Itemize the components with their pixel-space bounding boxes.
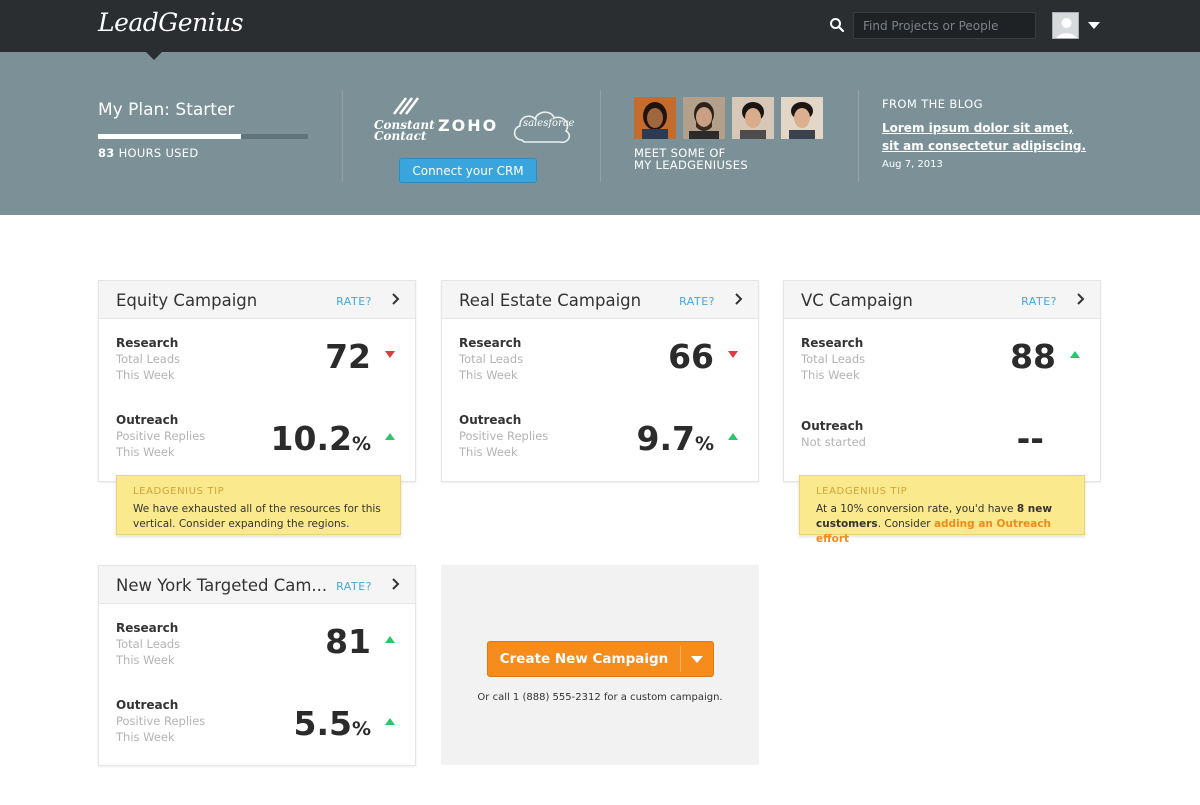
campaign-card-header[interactable]: New York Targeted Cam... RATE? [99, 566, 415, 604]
campaign-title[interactable]: VC Campaign [801, 291, 913, 310]
research-metric: Research Total Leads This Week [116, 336, 181, 382]
create-campaign-split-button: Create New Campaign [487, 641, 714, 677]
tip-heading: LEADGENIUS TIP [816, 486, 908, 497]
chevron-right-icon[interactable] [734, 292, 744, 306]
user-silhouette-icon [1056, 18, 1077, 38]
trend-up-icon [385, 636, 395, 643]
research-value: 88 [1010, 337, 1056, 376]
tip-body: At a 10% conversion rate, you'd have 8 n… [816, 503, 1053, 545]
team-member-photo[interactable] [683, 97, 725, 139]
constant-contact-mark-icon [393, 97, 419, 115]
outreach-metric: Outreach Positive Replies This Week [116, 698, 206, 744]
create-campaign-dropdown-button[interactable] [681, 642, 713, 676]
plan-usage-bar [98, 134, 308, 139]
research-metric: Research Total Leads This Week [116, 621, 181, 667]
team-member-photo[interactable] [732, 97, 774, 139]
header-divider [342, 90, 343, 182]
trend-down-icon [728, 351, 738, 358]
search-icon[interactable] [829, 17, 845, 33]
leadgenius-tip: LEADGENIUS TIP At a 10% conversion rate,… [799, 475, 1085, 545]
constant-contact-logo: Constant Contact [372, 96, 435, 146]
campaign-card: New York Targeted Cam... RATE? Research … [98, 565, 416, 766]
campaign-card: Real Estate Campaign RATE? Research Tota… [441, 280, 759, 482]
research-value: 81 [325, 622, 371, 661]
connect-crm-button[interactable]: Connect your CRM [399, 158, 537, 183]
blog-post-link[interactable]: Lorem ipsum dolor sit amet, sit am conse… [882, 119, 1092, 155]
top-navbar: LeadGenius [0, 0, 1200, 52]
trend-up-icon [385, 433, 395, 440]
rate-link[interactable]: RATE? [336, 295, 372, 308]
user-avatar[interactable] [1052, 12, 1079, 39]
search-input[interactable] [853, 12, 1036, 39]
salesforce-logo: salesforce [510, 104, 574, 148]
trend-up-icon [1070, 351, 1080, 358]
active-nav-pointer [146, 52, 162, 60]
plan-usage-fill [98, 134, 241, 139]
caret-down-icon [691, 656, 703, 663]
campaign-card-header[interactable]: Real Estate Campaign RATE? [442, 281, 758, 319]
header-divider [858, 90, 859, 182]
trend-up-icon [728, 433, 738, 440]
chevron-right-icon[interactable] [1076, 292, 1086, 306]
tip-body: We have exhausted all of the resources f… [133, 503, 381, 530]
caret-down-icon[interactable] [1088, 22, 1100, 29]
leadgenius-tip: LEADGENIUS TIP We have exhausted all of … [116, 475, 401, 535]
header-divider [600, 90, 601, 182]
team-member-photo[interactable] [634, 97, 676, 139]
team-member-photo[interactable] [781, 97, 823, 139]
outreach-value: 10.2% [270, 419, 371, 458]
rate-link[interactable]: RATE? [1021, 295, 1057, 308]
research-value: 72 [325, 337, 371, 376]
chevron-right-icon[interactable] [391, 577, 401, 591]
zoho-logo: ZOHO [438, 116, 499, 135]
campaign-title[interactable]: New York Targeted Cam... [116, 576, 327, 595]
blog-post-date: Aug 7, 2013 [882, 159, 943, 170]
campaign-card-header[interactable]: VC Campaign RATE? [784, 281, 1100, 319]
plan-title: My Plan: Starter [98, 100, 235, 120]
create-new-campaign-button[interactable]: Create New Campaign [488, 642, 680, 676]
campaign-card: Equity Campaign RATE? Research Total Lea… [98, 280, 416, 482]
create-campaign-panel: Create New Campaign Or call 1 (888) 555-… [441, 565, 759, 765]
outreach-metric: Outreach Positive Replies This Week [459, 413, 549, 459]
plan-hours-used: 83 HOURS USED [98, 146, 199, 160]
trend-up-icon [385, 718, 395, 725]
research-value: 66 [668, 337, 714, 376]
outreach-value: 9.7% [636, 419, 714, 458]
outreach-metric: Outreach Positive Replies This Week [116, 413, 206, 459]
campaign-title[interactable]: Equity Campaign [116, 291, 257, 310]
outreach-value: -- [1016, 419, 1044, 458]
campaign-card: VC Campaign RATE? Research Total Leads T… [783, 280, 1101, 482]
research-metric: Research Total Leads This Week [459, 336, 524, 382]
research-metric: Research Total Leads This Week [801, 336, 866, 382]
outreach-metric: Outreach Not started [801, 419, 866, 449]
outreach-value: 5.5% [293, 704, 371, 743]
trend-down-icon [385, 351, 395, 358]
team-caption: MEET SOME OF MY LEADGENIUSES [634, 146, 748, 172]
rate-link[interactable]: RATE? [336, 580, 372, 593]
chevron-right-icon[interactable] [391, 292, 401, 306]
campaign-title[interactable]: Real Estate Campaign [459, 291, 641, 310]
leadgenius-logo[interactable]: LeadGenius [98, 8, 244, 37]
blog-eyebrow: FROM THE BLOG [882, 97, 983, 111]
tip-heading: LEADGENIUS TIP [133, 486, 225, 497]
campaign-card-header[interactable]: Equity Campaign RATE? [99, 281, 415, 319]
rate-link[interactable]: RATE? [679, 295, 715, 308]
custom-campaign-note: Or call 1 (888) 555-2312 for a custom ca… [477, 692, 723, 703]
